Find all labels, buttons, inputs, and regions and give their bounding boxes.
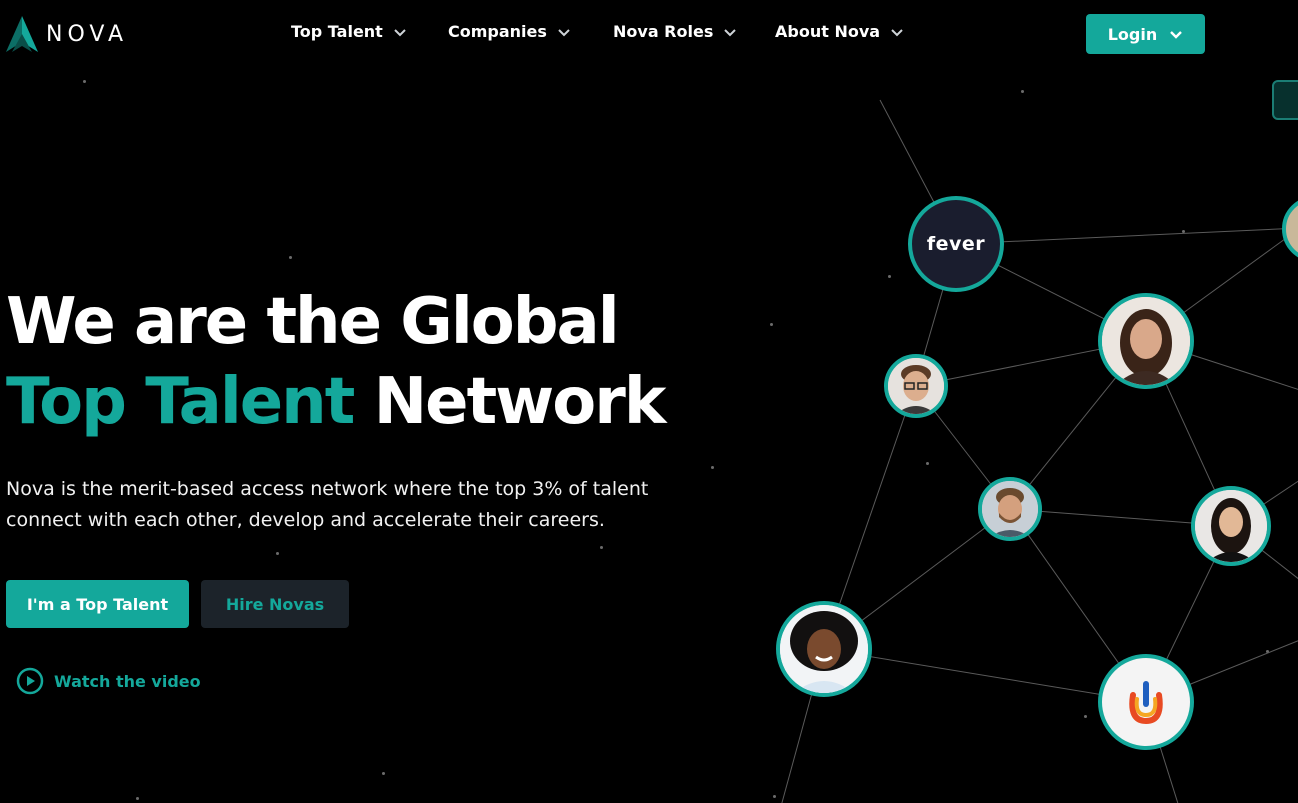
avatar-portrait (780, 605, 868, 693)
talent-avatar-node[interactable] (884, 354, 948, 418)
headline-line-2-rest: Network (373, 365, 667, 439)
talent-avatar-node[interactable] (1098, 293, 1194, 389)
top-talent-button-label: I'm a Top Talent (26, 594, 169, 614)
company-logo-node[interactable] (1098, 654, 1194, 750)
chevron-down-icon (394, 28, 406, 36)
nav-nova-roles[interactable]: Nova Roles (613, 22, 737, 41)
watch-video-link[interactable]: Watch the video (16, 667, 201, 695)
nav-about-nova[interactable]: About Nova (775, 22, 904, 41)
watch-video-label: Watch the video (54, 671, 201, 691)
talent-avatar-node[interactable] (776, 601, 872, 697)
hire-novas-button[interactable]: Hire Novas (201, 580, 349, 628)
login-label: Login (1107, 24, 1158, 44)
avatar-portrait (888, 358, 944, 414)
avatar-portrait (1195, 490, 1267, 562)
headline-line-1: We are the Global (6, 285, 620, 359)
hire-novas-button-label: Hire Novas (225, 594, 325, 614)
play-circle-icon (16, 667, 44, 695)
chevron-down-icon (724, 28, 737, 36)
chevron-down-icon (558, 28, 570, 36)
talent-avatar-node[interactable] (978, 477, 1042, 541)
top-talent-button[interactable]: I'm a Top Talent (6, 580, 189, 628)
chevron-down-icon (1170, 31, 1183, 39)
nav-label: About Nova (775, 22, 881, 41)
nav-companies[interactable]: Companies (448, 22, 571, 41)
fever-company-node[interactable]: fever (908, 196, 1004, 292)
talent-network-graphic: fever (760, 60, 1298, 803)
chevron-down-icon (891, 28, 903, 36)
talent-avatar-node[interactable] (1191, 486, 1271, 566)
avatar-portrait (982, 481, 1038, 537)
nav-label: Top Talent (291, 22, 383, 41)
hero-description: Nova is the merit-based access network w… (6, 478, 649, 531)
login-button[interactable]: Login (1086, 14, 1205, 54)
nav-top-talent[interactable]: Top Talent (291, 22, 407, 41)
avatar-portrait (1102, 297, 1190, 385)
fever-logo: fever (926, 233, 986, 255)
company-logo-icon (1129, 681, 1163, 725)
nav-label: Nova Roles (613, 22, 714, 41)
hero-headline: We are the Global Top Talent Network (6, 282, 667, 442)
nav-label: Companies (448, 22, 547, 41)
headline-highlight: Top Talent (6, 365, 355, 439)
